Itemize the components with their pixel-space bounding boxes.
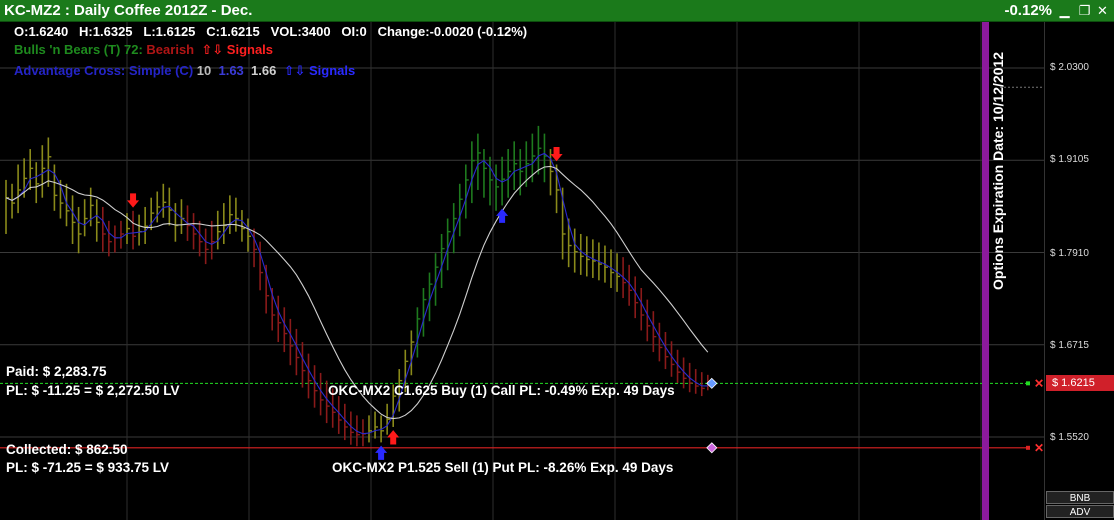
quote-open: O:1.6240 — [14, 24, 69, 39]
options-expiration-label: Options Expiration Date: 10/12/2012 — [990, 51, 1006, 290]
close-button[interactable]: ✕ — [1095, 3, 1110, 18]
price-tick: $ 2.0300 — [1050, 62, 1089, 73]
position-detail[interactable]: OKC-MX2 C1.625 Buy (1) Call PL: -0.49% E… — [328, 383, 675, 398]
indicator-name: Advantage Cross: Simple (C) — [14, 63, 194, 78]
restore-button[interactable]: ❐ — [1077, 3, 1092, 18]
quote-close: C:1.6215 — [206, 24, 260, 39]
price-axis[interactable] — [1044, 22, 1114, 520]
title-bar[interactable]: KC-MZ2 : Daily Coffee 2012Z - Dec. -0.12… — [0, 0, 1114, 22]
signal-arrows-icon: ⇧⇩ — [283, 63, 306, 78]
call-close-x-icon[interactable]: ✕ — [1034, 376, 1044, 390]
price-tick: $ 1.5520 — [1050, 432, 1089, 443]
indicator-signals: Signals — [226, 42, 274, 57]
position-collected: Collected: $ 862.50 — [6, 442, 128, 457]
adv-button[interactable]: ADV — [1046, 505, 1114, 518]
quote-change: Change:-0.0020 (-0.12%) — [377, 24, 528, 39]
minimize-button[interactable]: ▁ — [1057, 3, 1072, 18]
change-percent: -0.12% — [1004, 2, 1052, 19]
indicator-value-slow: 1.66 — [251, 63, 277, 78]
indicator-value-fast: 1.63 — [218, 63, 244, 78]
call-line-handle — [1026, 381, 1030, 386]
slow-moving-average — [5, 165, 709, 420]
current-price-tag: $ 1.6215 — [1046, 375, 1114, 391]
signal-arrow-up-icon — [387, 430, 400, 445]
position-pl: PL: $ -11.25 = $ 2,272.50 LV — [6, 383, 180, 398]
position-detail[interactable]: OKC-MX2 P1.525 Sell (1) Put PL: -8.26% E… — [332, 460, 673, 475]
indicator-param: 10 — [196, 63, 212, 78]
chart-window: ✕ ✕ KC-MZ2 : Daily Coffee 2012Z - Dec. -0… — [0, 0, 1114, 520]
put-close-x-icon[interactable]: ✕ — [1034, 441, 1044, 455]
quote-high: H:1.6325 — [79, 24, 133, 39]
put-position-marker-icon — [706, 442, 718, 454]
indicator-signals: Signals — [309, 63, 356, 78]
quote-line: O:1.6240 H:1.6325 L:1.6125 C:1.6215 VOL:… — [14, 24, 527, 39]
indicator-advantage-cross[interactable]: Advantage Cross: Simple (C) 10 1.63 1.66… — [14, 63, 355, 79]
price-tick: $ 1.7910 — [1050, 248, 1089, 259]
bnb-button[interactable]: BNB — [1046, 491, 1114, 504]
indicator-name: Bulls 'n Bears (T) 72: — [14, 42, 143, 57]
signal-arrow-down-icon — [550, 146, 563, 162]
indicator-bulls-bears[interactable]: Bulls 'n Bears (T) 72: Bearish ⇧⇩ Signal… — [14, 42, 273, 58]
signal-arrows-icon: ⇧⇩ — [201, 42, 224, 57]
position-paid: Paid: $ 2,283.75 — [6, 364, 107, 379]
price-tick: $ 1.9105 — [1050, 154, 1089, 165]
indicator-state: Bearish — [146, 42, 195, 57]
signal-arrow-down-icon — [126, 193, 140, 208]
options-expiration-band — [982, 22, 989, 520]
put-line-handle — [1026, 445, 1030, 450]
signal-arrow-up-icon — [496, 208, 509, 223]
quote-low: L:1.6125 — [143, 24, 196, 39]
position-pl: PL: $ -71.25 = $ 933.75 LV — [6, 460, 169, 475]
quote-oi: OI:0 — [341, 24, 367, 39]
window-title: KC-MZ2 : Daily Coffee 2012Z - Dec. — [4, 2, 253, 19]
quote-volume: VOL:3400 — [270, 24, 331, 39]
price-tick: $ 1.6715 — [1050, 340, 1089, 351]
price-chart[interactable]: ✕✕ — [0, 22, 1044, 520]
